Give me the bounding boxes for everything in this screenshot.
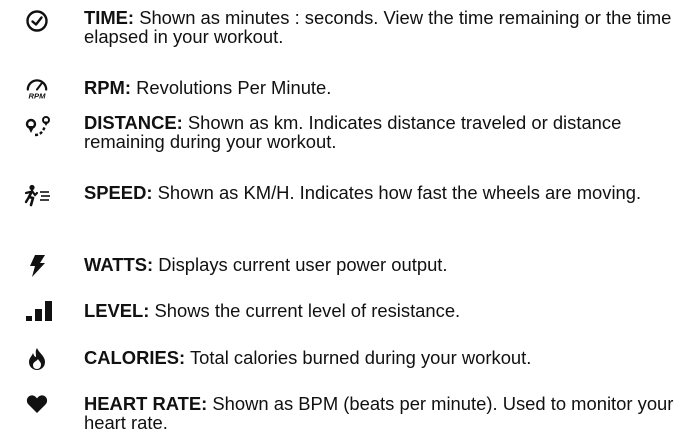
list-item-text: RPM: Revolutions Per Minute. [84, 78, 684, 97]
distance-pin-icon [24, 113, 52, 139]
list-item-text: LEVEL: Shows the current level of resist… [84, 301, 684, 320]
item-term: LEVEL: [84, 300, 150, 321]
item-term: TIME: [84, 7, 135, 28]
list-item-text: DISTANCE: Shown as km. Indicates distanc… [84, 113, 684, 151]
rpm-icon-text: RPM [29, 92, 47, 101]
list-item-text: CALORIES: Total calories burned during y… [84, 348, 684, 367]
item-term: RPM: [84, 77, 131, 98]
rpm-gauge-icon: RPM [24, 72, 50, 104]
item-description: Displays current user power output. [158, 254, 448, 275]
list-item-text: SPEED: Shown as KM/H. Indicates how fast… [84, 183, 684, 202]
list-item-text: TIME: Shown as minutes : seconds. View t… [84, 8, 684, 46]
item-term: WATTS: [84, 254, 154, 275]
item-description: Shows the current level of resistance. [154, 300, 461, 321]
item-description: Revolutions Per Minute. [136, 77, 332, 98]
item-term: DISTANCE: [84, 112, 183, 133]
heart-icon [24, 391, 50, 417]
item-term: HEART RATE: [84, 393, 208, 414]
item-description: Total calories burned during your workou… [189, 347, 532, 368]
item-term: CALORIES: [84, 347, 186, 368]
item-term: SPEED: [84, 182, 153, 203]
item-description: Shown as KM/H. Indicates how fast the wh… [157, 182, 642, 203]
list-item-text: WATTS: Displays current user power outpu… [84, 255, 684, 274]
clock-icon [24, 8, 50, 34]
list-item-text: HEART RATE: Shown as BPM (beats per minu… [84, 394, 684, 432]
lightning-bolt-icon [24, 253, 50, 279]
running-person-icon [24, 183, 52, 209]
flame-icon [24, 346, 50, 372]
item-description: Shown as minutes : seconds. View the tim… [84, 7, 672, 47]
level-bars-icon [24, 298, 54, 324]
